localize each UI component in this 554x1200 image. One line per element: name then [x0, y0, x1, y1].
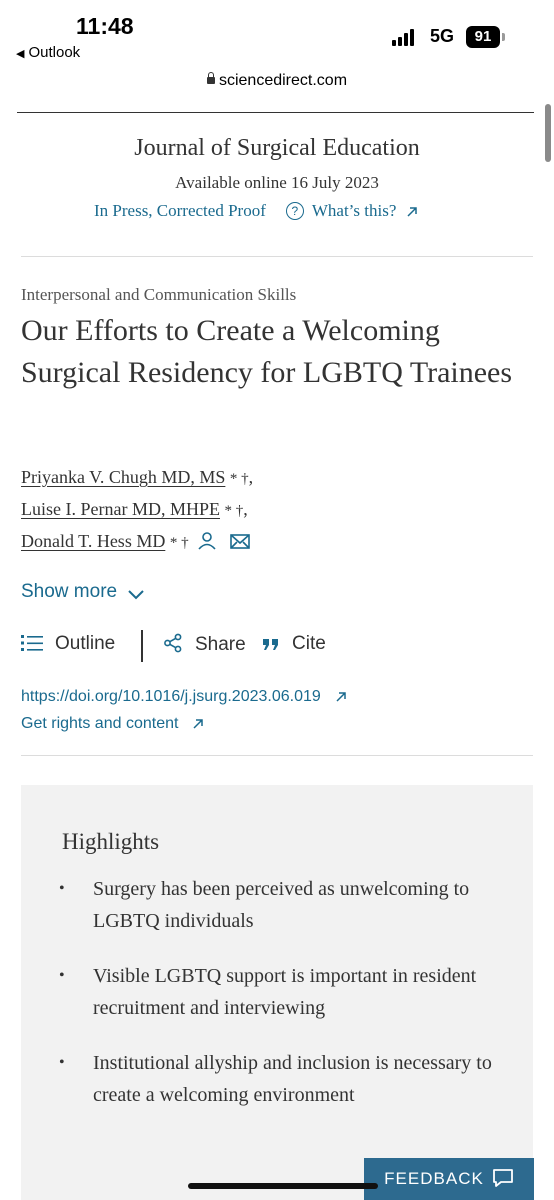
article-type: Interpersonal and Communication Skills	[21, 285, 297, 304]
back-triangle-icon: ◀	[16, 48, 25, 60]
back-app-label: Outlook	[28, 44, 81, 61]
battery-icon: 91	[466, 26, 500, 48]
url-bar[interactable]: sciencedirect.com	[0, 72, 554, 96]
quote-icon	[263, 639, 278, 650]
external-link-icon	[336, 692, 346, 702]
section-divider	[21, 755, 533, 756]
author-list: Priyanka V. Chugh MD, MS * †, Luise I. P…	[21, 462, 253, 560]
author-row: Luise I. Pernar MD, MHPE * †,	[21, 494, 253, 526]
share-icon	[164, 633, 182, 653]
status-time: 11:48	[76, 13, 134, 39]
highlights-list: Surgery has been perceived as unwelcomin…	[59, 873, 499, 1134]
external-link-icon	[407, 207, 418, 217]
toolbar-separator	[141, 630, 143, 662]
available-online: Available online 16 July 2023	[175, 173, 379, 192]
author-marks: * †	[169, 535, 189, 551]
rights-text: Get rights and content	[21, 715, 179, 732]
cell-signal-icon	[392, 28, 418, 46]
outline-label: Outline	[55, 633, 116, 654]
person-icon[interactable]	[197, 531, 217, 551]
whats-this-link[interactable]: ? What’s this?	[285, 201, 419, 220]
author-marks: * †	[224, 503, 244, 519]
publication-status: In Press, Corrected Proof	[94, 201, 266, 220]
share-label: Share	[195, 634, 246, 655]
article-toolbar: Outline Share Cite	[21, 630, 541, 666]
author-separator: ,	[248, 467, 254, 487]
envelope-icon[interactable]	[229, 531, 251, 551]
show-more-button[interactable]: Show more	[21, 581, 145, 603]
highlights-panel: Highlights Surgery has been perceived as…	[21, 785, 533, 1200]
author-contact-icons	[197, 530, 252, 560]
journal-title[interactable]: Journal of Surgical Education	[0, 135, 554, 162]
outline-button[interactable]: Outline	[21, 633, 115, 655]
section-divider	[21, 256, 533, 257]
author-link[interactable]: Donald T. Hess MD	[21, 531, 165, 551]
author-link[interactable]: Luise I. Pernar MD, MHPE	[21, 499, 220, 519]
list-item: Visible LGBTQ support is important in re…	[59, 960, 499, 1024]
cite-label: Cite	[292, 633, 326, 654]
author-row: Priyanka V. Chugh MD, MS * †,	[21, 462, 253, 494]
doi-text: https://doi.org/10.1016/j.jsurg.2023.06.…	[21, 688, 321, 705]
show-more-label: Show more	[21, 581, 118, 602]
publication-status-row: In Press, Corrected Proof? What’s this?	[94, 201, 418, 221]
highlights-heading: Highlights	[62, 829, 160, 854]
chevron-down-icon	[128, 590, 144, 600]
author-marks: * †	[229, 471, 249, 487]
url-text: sciencedirect.com	[218, 72, 348, 89]
author-link[interactable]: Priyanka V. Chugh MD, MS	[21, 467, 225, 487]
author-separator: ,	[243, 499, 248, 519]
feedback-button[interactable]: FEEDBACK	[364, 1158, 534, 1200]
network-type: 5G	[430, 26, 455, 46]
list-icon	[21, 635, 43, 651]
article-title: Our Efforts to Create a Welcoming Surgic…	[21, 314, 513, 389]
external-link-icon	[193, 719, 204, 729]
rights-link[interactable]: Get rights and content	[21, 715, 204, 733]
header-divider	[17, 112, 534, 113]
list-item: Institutional allyship and inclusion is …	[59, 1047, 499, 1111]
author-row: Donald T. Hess MD * †	[21, 526, 253, 560]
home-indicator[interactable]	[188, 1183, 378, 1189]
whats-this-label: What’s this?	[311, 201, 397, 220]
share-button[interactable]: Share	[163, 633, 246, 656]
back-to-app-button[interactable]: ◀ Outlook	[16, 44, 80, 61]
feedback-label: FEEDBACK	[384, 1169, 484, 1188]
cite-button[interactable]: Cite	[262, 633, 326, 655]
battery-nub	[502, 33, 505, 41]
status-bar: 11:48 ◀ Outlook 5G 91	[0, 0, 554, 68]
doi-link[interactable]: https://doi.org/10.1016/j.jsurg.2023.06.…	[21, 688, 347, 706]
chat-bubble-icon	[492, 1169, 513, 1187]
lock-icon	[206, 72, 215, 84]
question-icon: ?	[285, 202, 304, 220]
list-item: Surgery has been perceived as unwelcomin…	[59, 873, 499, 937]
